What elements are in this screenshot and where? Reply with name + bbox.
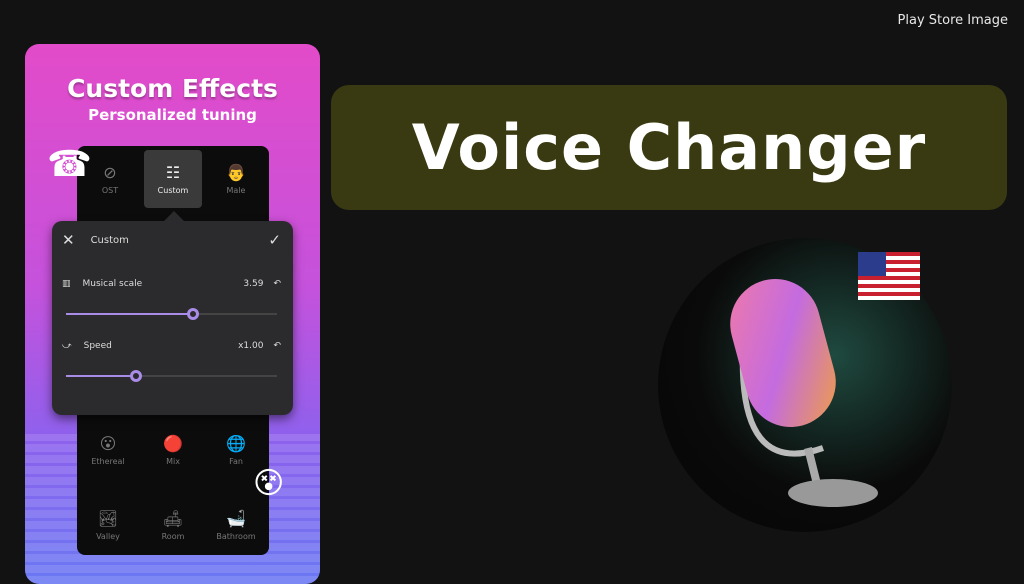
speed-value: x1.00 (238, 341, 264, 351)
reset-icon[interactable]: ↶ (273, 341, 281, 351)
speed-icon: ⤻ (62, 341, 72, 351)
effect-male[interactable]: 👨 Male (207, 150, 265, 208)
ethereal-icon: 😮 (99, 434, 117, 453)
effect-bathroom[interactable]: 🛁 Bathroom (207, 496, 265, 554)
custom-popup: ✕ Custom ✓ ▥ Musical scale 3.59 ↶ ⤻ Spee… (52, 211, 293, 415)
play-store-label: Play Store Image (897, 13, 1008, 28)
slider-handle[interactable] (129, 370, 142, 382)
bathtub-icon: 🛁 (226, 509, 246, 528)
piano-icon: ▥ (62, 279, 71, 289)
effect-room[interactable]: 🛋 Room (144, 496, 202, 554)
effect-label: Room (161, 532, 185, 541)
banner-title: Voice Changer (411, 111, 927, 184)
title-banner: Voice Changer (331, 85, 1007, 210)
effect-mix[interactable]: 🔴 Mix (144, 421, 202, 479)
effect-label: OST (101, 186, 119, 195)
speed-label: Speed (83, 341, 112, 351)
effect-custom[interactable]: ☷ Custom (144, 150, 202, 208)
sliders-icon: ☷ (165, 163, 181, 182)
musical-scale-label: Musical scale (82, 279, 143, 289)
effect-label: Valley (96, 532, 120, 541)
valley-icon: 🏞 (97, 509, 119, 528)
effect-label: Custom (157, 186, 189, 195)
us-flag-icon (858, 252, 920, 300)
effect-label: Male (226, 186, 246, 195)
mix-icon: 🔴 (163, 434, 183, 453)
promo-subtitle: Personalized tuning (88, 106, 257, 124)
musical-scale-slider[interactable] (66, 308, 277, 320)
fan-icon: 🌐 (226, 434, 246, 453)
musical-scale-row: ▥ Musical scale 3.59 ↶ (62, 279, 281, 289)
phone-screenshot: Custom Effects Personalized tuning ⊘ OST … (25, 44, 320, 584)
popup-header: ✕ Custom ✓ (62, 231, 281, 249)
musical-scale-value: 3.59 (243, 279, 264, 289)
dizzy-emoji-icon: 😵 (253, 466, 285, 501)
effect-ethereal[interactable]: 😮 Ethereal (79, 421, 137, 479)
slider-handle[interactable] (186, 308, 199, 320)
room-icon: 🛋 (162, 509, 184, 528)
effect-label: Mix (166, 457, 180, 466)
effect-label: Fan (229, 457, 243, 466)
effect-valley[interactable]: 🏞 Valley (79, 496, 137, 554)
popup-title: Custom (90, 234, 129, 246)
effect-label: Ethereal (91, 457, 125, 466)
effect-label: Bathroom (216, 532, 256, 541)
speed-slider[interactable] (66, 370, 277, 382)
male-face-icon: 👨 (226, 163, 246, 182)
reset-icon[interactable]: ↶ (273, 279, 281, 289)
telephone-icon: ☎ (47, 144, 92, 185)
speed-row: ⤻ Speed x1.00 ↶ (62, 341, 281, 351)
promo-title: Custom Effects (67, 74, 278, 103)
close-icon[interactable]: ✕ (62, 231, 75, 249)
check-icon[interactable]: ✓ (268, 231, 281, 249)
